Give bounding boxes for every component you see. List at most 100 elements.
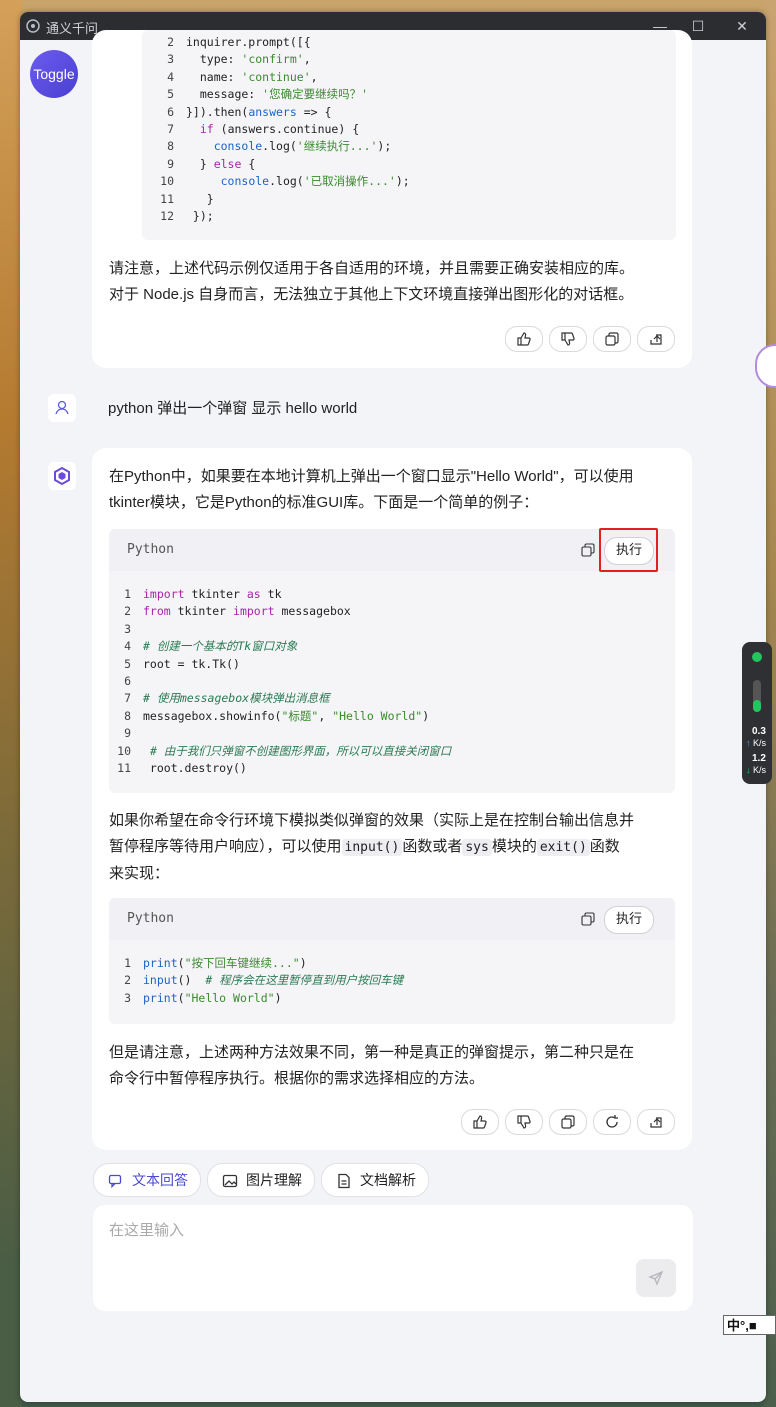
code-line: 10 # 由于我们只弹窗不创建图形界面，所以可以直接关闭窗口	[109, 743, 669, 760]
code-text: if (answers.continue) {	[199, 122, 360, 136]
close-icon[interactable]: ✕	[732, 16, 752, 36]
line-number: 10	[117, 743, 131, 758]
ime-indicator[interactable]: 中°,■	[723, 1315, 776, 1335]
code-line: 2 input() # 程序会在这里暂停直到用户按回车键	[109, 972, 669, 989]
code-text: import tkinter as tk	[143, 587, 282, 601]
dislike-button[interactable]	[549, 326, 587, 352]
line-number: 2	[124, 604, 131, 619]
maximize-icon[interactable]: ☐	[688, 16, 708, 36]
code-text: }	[186, 191, 214, 206]
previous-answer-text: 请注意，上述代码示例仅适用于各自适用的环境，并且需要正确安装相应的库。 对于 N…	[109, 260, 635, 303]
send-icon	[648, 1270, 664, 1286]
chat-icon	[108, 1174, 122, 1189]
line-number: 5	[167, 87, 174, 102]
document-icon	[338, 1173, 350, 1189]
run-code-button[interactable]: 执行	[604, 906, 654, 934]
code-line: 8 console.log('继续执行...');	[152, 138, 672, 155]
chip-text-answer[interactable]: 文本回答	[93, 1163, 201, 1197]
message-input[interactable]: 在这里输入	[109, 1219, 184, 1240]
code-text: # 使用messagebox模块弹出消息框	[143, 691, 330, 706]
share-button[interactable]	[637, 1109, 675, 1135]
copy-code-icon[interactable]	[581, 543, 595, 557]
code-block-1-header: Python 执行	[109, 529, 675, 571]
like-button[interactable]	[505, 326, 543, 352]
dislike-button[interactable]	[505, 1109, 543, 1135]
code-line: 9 } else {	[152, 156, 672, 173]
code-line: 5 root = tk.Tk()	[109, 656, 669, 673]
line-number: 6	[167, 104, 174, 119]
code-line: 1 print("按下回车键继续...")	[109, 955, 669, 972]
answer-outro: 但是请注意，上述两种方法效果不同，第一种是真正的弹窗提示，第二种只是在 命令行中…	[109, 1044, 635, 1087]
share-button[interactable]	[637, 326, 675, 352]
code-line: 7 # 使用messagebox模块弹出消息框	[109, 690, 669, 707]
answer-middle-text: 如果你希望在命令行环境下模拟类似弹窗的效果（实际上是在控制台输出信息并 暂停程序…	[109, 812, 635, 882]
line-number: 6	[124, 674, 131, 688]
copy-icon	[605, 332, 619, 346]
input-box[interactable]: 在这里输入	[93, 1205, 693, 1311]
code-text: inquirer.prompt([{	[186, 35, 311, 49]
image-icon	[222, 1174, 238, 1188]
code-line: 2 from tkinter import messagebox	[109, 603, 669, 620]
code-line: 12 });	[152, 208, 672, 225]
share-icon	[650, 334, 662, 345]
line-number: 3	[124, 990, 131, 1005]
code-text: } else {	[186, 156, 256, 171]
assistant-avatar	[48, 462, 76, 490]
previous-answer-card: 2 inquirer.prompt([{3 type: 'confirm', 4 n…	[92, 30, 692, 368]
code-line: 2 inquirer.prompt([{	[152, 34, 672, 51]
network-speed-widget: 0.3 ↑ K/s 1.2 ↓ K/s	[742, 642, 772, 784]
code-line: 4 name: 'continue',	[152, 69, 672, 86]
send-button[interactable]	[636, 1259, 676, 1297]
code-text: # 由于我们只弹窗不创建图形界面，所以可以直接关闭窗口	[149, 743, 452, 758]
code-line: 10 console.log('已取消操作...');	[152, 173, 672, 190]
code-text: print("Hello World")	[143, 990, 282, 1005]
line-number: 5	[124, 656, 131, 671]
like-button[interactable]	[461, 1109, 499, 1135]
toggle-button[interactable]: Toggle	[30, 50, 78, 98]
code-text: }]).then(answers => {	[186, 104, 332, 119]
code-line: 11 }	[152, 191, 672, 208]
inline-code-exit: exit()	[536, 839, 590, 856]
copy-code-icon[interactable]	[581, 912, 595, 926]
line-number: 4	[124, 639, 131, 654]
assistant-logo-icon	[54, 466, 70, 486]
regenerate-button[interactable]	[593, 1109, 631, 1135]
code-line: 1 import tkinter as tk	[109, 586, 669, 603]
copy-button[interactable]	[593, 326, 631, 352]
chip-image-understanding[interactable]: 图片理解	[207, 1163, 315, 1197]
line-number: 4	[167, 69, 174, 84]
download-unit: ↓ K/s	[746, 765, 767, 775]
line-number: 11	[160, 191, 174, 206]
thumbs-up-icon	[473, 1115, 487, 1129]
line-number: 11	[117, 761, 131, 775]
code-line: 7 if (answers.continue) {	[152, 121, 672, 138]
thumbs-up-icon	[517, 332, 531, 346]
copy-icon	[561, 1115, 575, 1129]
shirt-icon: ■	[748, 1318, 757, 1333]
app-logo-icon	[26, 19, 40, 33]
highlight-box	[599, 528, 658, 572]
refresh-icon	[606, 1115, 618, 1128]
answer-intro: 在Python中，如果要在本地计算机上弹出一个窗口显示"Hello World"…	[109, 468, 634, 511]
code-text: });	[186, 209, 214, 223]
line-number: 2	[167, 35, 174, 49]
code-line: 9	[109, 725, 669, 742]
code-line: 4 # 创建一个基本的Tk窗口对象	[109, 638, 669, 655]
upload-speed: 0.3	[752, 726, 766, 737]
code-line: 6 }]).then(answers => {	[152, 104, 672, 121]
code-block-1: Python 执行 1 import tkinter as tk 2 from tki…	[109, 529, 675, 793]
code-line: 3 print("Hello World")	[109, 990, 669, 1007]
share-icon	[650, 1117, 662, 1128]
code-text: messagebox.showinfo("标题", "Hello World")	[143, 708, 430, 723]
copy-button[interactable]	[549, 1109, 587, 1135]
chip-document-parsing[interactable]: 文档解析	[321, 1163, 429, 1197]
code-block-2: Python 执行 1 print("按下回车键继续...") 2 input() #…	[109, 898, 675, 1024]
line-number: 9	[124, 726, 131, 741]
user-avatar	[48, 394, 76, 422]
code-text: root = tk.Tk()	[143, 656, 240, 671]
thumbs-down-icon	[561, 332, 575, 346]
code-line: 11 root.destroy()	[109, 760, 669, 777]
line-number: 1	[124, 956, 131, 970]
code-text: input() # 程序会在这里暂停直到用户按回车键	[143, 973, 404, 988]
code-text: # 创建一个基本的Tk窗口对象	[143, 639, 298, 654]
